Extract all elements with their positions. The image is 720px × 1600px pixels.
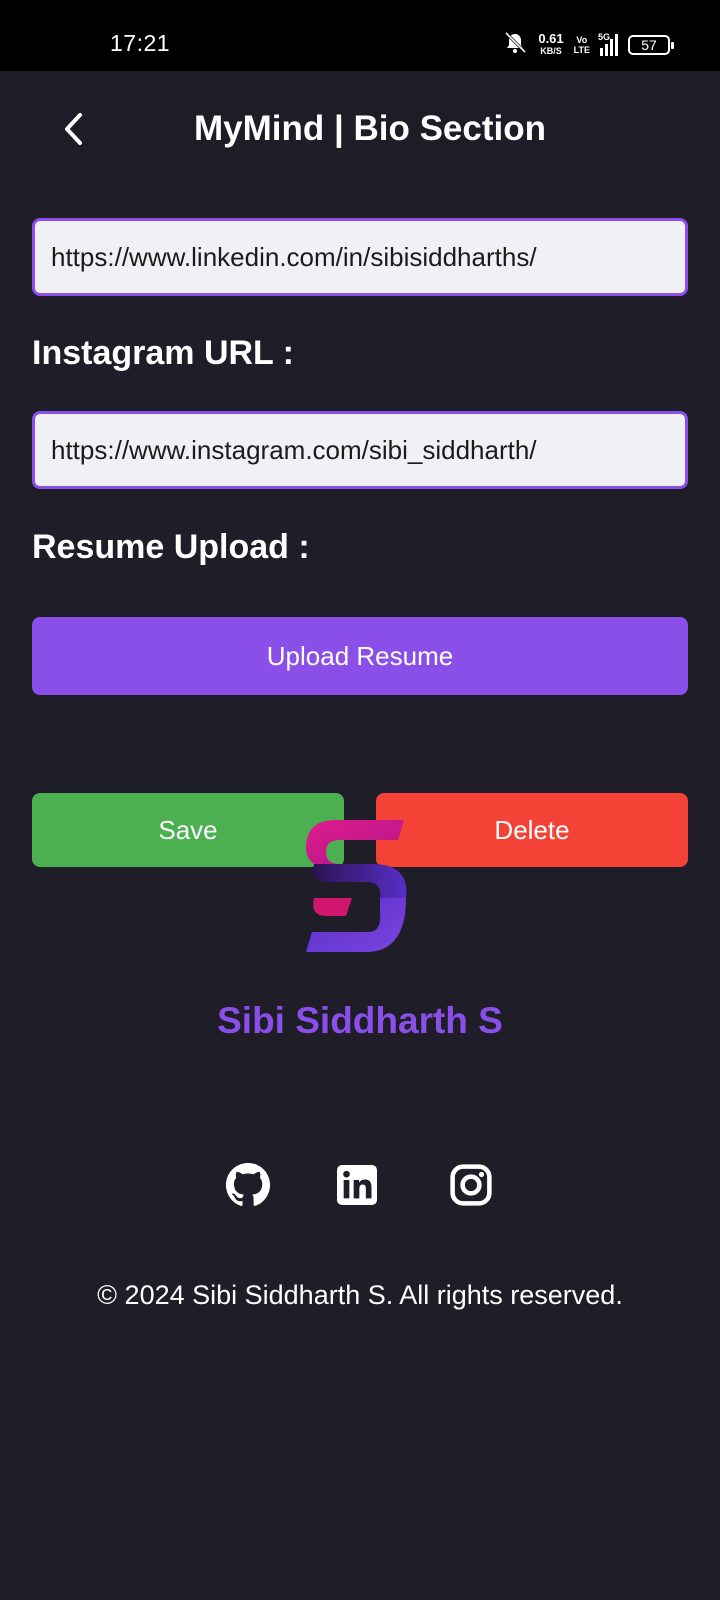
github-icon[interactable] xyxy=(225,1162,271,1208)
signal-icon: 5G xyxy=(598,32,618,56)
linkedin-url-input[interactable]: https://www.linkedin.com/in/sibisiddhart… xyxy=(32,218,688,296)
author-name: Sibi Siddharth S xyxy=(217,1000,503,1041)
upload-resume-button[interactable]: Upload Resume xyxy=(32,617,688,695)
save-button[interactable]: Save xyxy=(32,793,344,867)
signal-bar xyxy=(615,34,618,56)
instagram-url-input[interactable]: https://www.instagram.com/sibi_siddharth… xyxy=(32,411,688,489)
muted-bell-icon xyxy=(502,31,528,60)
volte-bottom: LTE xyxy=(573,45,590,55)
status-icons: 0.61 KB/S Vo LTE 5G 57 xyxy=(502,30,674,60)
network-type: 5G xyxy=(598,32,611,42)
copyright-text: © 2024 Sibi Siddharth S. All rights rese… xyxy=(97,1280,623,1310)
network-speed: 0.61 KB/S xyxy=(538,31,564,57)
social-links xyxy=(0,1162,720,1212)
instagram-url-label: Instagram URL : xyxy=(32,334,294,372)
resume-upload-label: Resume Upload : xyxy=(32,528,310,566)
battery-level: 57 xyxy=(641,37,657,53)
status-time: 17:21 xyxy=(110,30,171,56)
app-header: MyMind | Bio Section xyxy=(0,71,720,188)
linkedin-url-value: https://www.linkedin.com/in/sibisiddhart… xyxy=(51,241,537,272)
volte-top: Vo xyxy=(576,35,588,45)
signal-bar xyxy=(600,48,603,56)
signal-bar xyxy=(605,44,608,56)
delete-button[interactable]: Delete xyxy=(376,793,688,867)
instagram-url-value: https://www.instagram.com/sibi_siddharth… xyxy=(51,434,537,465)
battery-icon: 57 xyxy=(628,35,674,55)
network-speed-value: 0.61 xyxy=(538,31,564,46)
network-speed-unit: KB/S xyxy=(540,46,562,56)
volte-indicator: Vo LTE xyxy=(574,35,590,55)
linkedin-icon[interactable] xyxy=(337,1165,377,1205)
logo-s-icon xyxy=(306,820,407,952)
instagram-icon[interactable] xyxy=(450,1164,492,1206)
signal-bar xyxy=(610,39,613,56)
page-title: MyMind | Bio Section xyxy=(193,109,547,148)
status-bar: 17:21 0.61 KB/S Vo LTE 5G 57 xyxy=(0,0,720,71)
